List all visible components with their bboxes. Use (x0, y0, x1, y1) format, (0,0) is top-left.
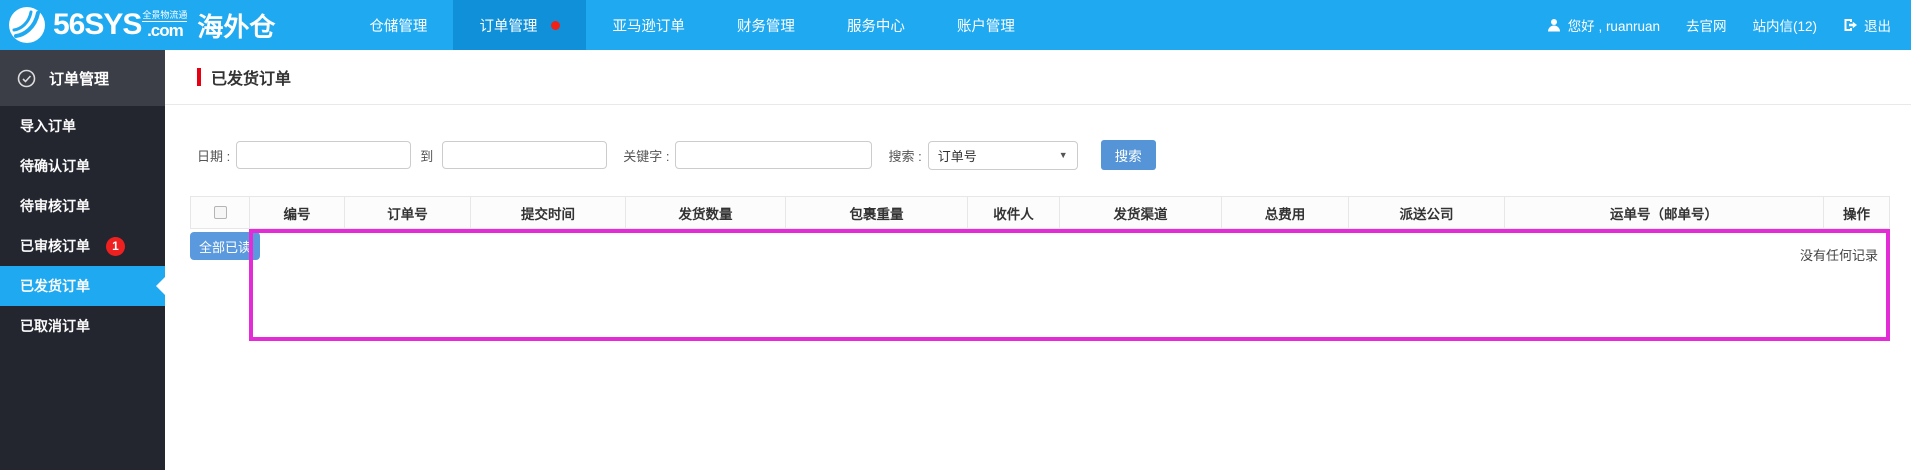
date-from-input[interactable] (236, 141, 412, 169)
nav-label: 财务管理 (736, 18, 795, 35)
top-header: 56SYS 全景物流通 .com 海外仓 仓储管理 订单管理 亚马逊订单 财务管… (0, 0, 1911, 50)
date-to-input[interactable] (442, 141, 608, 169)
sidebar-item-import-orders[interactable]: 导入订单 (0, 106, 165, 146)
product-name: 海外仓 (197, 12, 276, 42)
search-button[interactable]: 搜索 (1100, 140, 1156, 170)
title-accent-bar (197, 68, 201, 86)
sidebar-item-label: 已取消订单 (20, 318, 90, 334)
top-nav: 仓储管理 订单管理 亚马逊订单 财务管理 服务中心 账户管理 (343, 0, 1041, 50)
sidebar-item-cancelled-orders[interactable]: 已取消订单 (0, 306, 165, 346)
brand-name: 56SYS (53, 8, 142, 41)
search-type-value: 订单号 (937, 148, 977, 164)
nav-label: 账户管理 (956, 18, 1015, 35)
sidebar-item-label: 导入订单 (20, 118, 76, 134)
col-package-weight: 包裹重量 (786, 197, 968, 228)
col-delivery-company: 派送公司 (1349, 197, 1505, 228)
nav-label: 亚马逊订单 (612, 18, 685, 35)
keyword-label: 关键字 : (623, 148, 670, 164)
search-by-label: 搜索 : (888, 148, 922, 164)
page-title-row: 已发货订单 (165, 50, 1911, 105)
logo-dotcom-block: 全景物流通 .com (142, 11, 188, 40)
col-actions: 操作 (1843, 206, 1870, 222)
active-item-notch (156, 277, 165, 295)
app-logo[interactable]: 56SYS 全景物流通 .com 海外仓 (0, 6, 285, 44)
date-label: 日期 : (197, 148, 231, 164)
user-greeting[interactable]: 您好 , ruanruan (1547, 15, 1660, 35)
sidebar-item-shipped-orders[interactable]: 已发货订单 (0, 266, 165, 306)
sidebar-item-label: 待审核订单 (20, 198, 90, 214)
sidebar-item-label: 已发货订单 (20, 278, 90, 294)
logout-icon (1844, 19, 1857, 31)
table-header-row: 编号 订单号 提交时间 发货数量 包裹重量 收件人 发货渠道 总费用 派送公司 … (190, 196, 1890, 229)
filter-bar: 日期 : 到 关键字 : 搜索 : 订单号 ▼ 搜索 (197, 140, 1911, 170)
logo-text: 56SYS 全景物流通 .com 海外仓 (53, 8, 276, 42)
logout-link[interactable]: 退出 (1843, 15, 1891, 35)
user-area: 您好 , ruanruan 去官网 站内信(12) 退出 (1547, 15, 1911, 35)
nav-item-service-center[interactable]: 服务中心 (821, 0, 931, 50)
select-all-checkbox[interactable] (213, 206, 227, 219)
logo-domain: .com (147, 21, 184, 40)
empty-records-text: 没有任何记录 (1799, 248, 1878, 263)
logout-label: 退出 (1864, 19, 1891, 34)
col-ship-channel: 发货渠道 (1060, 197, 1222, 228)
main-content: 已发货订单 日期 : 到 关键字 : 搜索 : 订单号 ▼ 搜索 编号 订单号 (165, 50, 1911, 470)
sidebar-section-orders: 订单管理 (0, 50, 165, 106)
orders-table: 编号 订单号 提交时间 发货数量 包裹重量 收件人 发货渠道 总费用 派送公司 … (190, 196, 1890, 347)
table-body: 全部已读 没有任何记录 (190, 229, 1890, 347)
nav-item-amazon-orders[interactable]: 亚马逊订单 (586, 0, 711, 50)
sidebar: 订单管理 导入订单 待确认订单 待审核订单 已审核订单 1 已发货订单 已取消订… (0, 50, 165, 470)
nav-item-warehouse[interactable]: 仓储管理 (343, 0, 453, 50)
sidebar-item-label: 待确认订单 (20, 158, 90, 174)
sidebar-item-label: 已审核订单 (20, 238, 90, 254)
nav-label: 仓储管理 (369, 18, 428, 35)
col-submit-time: 提交时间 (471, 197, 626, 228)
col-order-no: 订单号 (345, 197, 471, 228)
unread-count-badge: 1 (106, 236, 125, 256)
circle-check-icon (17, 69, 36, 87)
greeting-text: 您好 , ruanruan (1567, 19, 1660, 34)
nav-item-account[interactable]: 账户管理 (931, 0, 1041, 50)
col-total-fee: 总费用 (1222, 197, 1349, 228)
highlight-annotation-box: 没有任何记录 (249, 229, 1890, 341)
select-all-cell (191, 197, 250, 228)
sidebar-item-pending-confirm-orders[interactable]: 待确认订单 (0, 146, 165, 186)
inbox-link[interactable]: 站内信(12) (1752, 15, 1817, 35)
sidebar-item-reviewed-orders[interactable]: 已审核订单 1 (0, 226, 165, 266)
col-ship-qty: 发货数量 (626, 197, 786, 228)
search-type-select[interactable]: 订单号 ▼ (927, 140, 1078, 170)
official-site-link[interactable]: 去官网 (1686, 15, 1727, 35)
nav-label: 服务中心 (846, 18, 905, 35)
col-waybill-no: 运单号（邮单号） (1505, 197, 1824, 228)
nav-item-finance[interactable]: 财务管理 (711, 0, 821, 50)
sidebar-item-pending-review-orders[interactable]: 待审核订单 (0, 186, 165, 226)
keyword-input[interactable] (675, 141, 873, 169)
col-number: 编号 (250, 197, 345, 228)
sidebar-section-label: 订单管理 (49, 70, 110, 88)
chevron-down-icon: ▼ (1058, 150, 1068, 160)
notification-dot-icon (551, 20, 561, 30)
col-recipient: 收件人 (968, 197, 1060, 228)
nav-item-orders[interactable]: 订单管理 (453, 0, 587, 50)
user-icon (1547, 19, 1560, 32)
nav-label: 订单管理 (479, 18, 538, 35)
date-to-label: 到 (420, 148, 434, 164)
page-title: 已发货订单 (211, 71, 292, 88)
logo-swoosh-icon (9, 7, 45, 43)
